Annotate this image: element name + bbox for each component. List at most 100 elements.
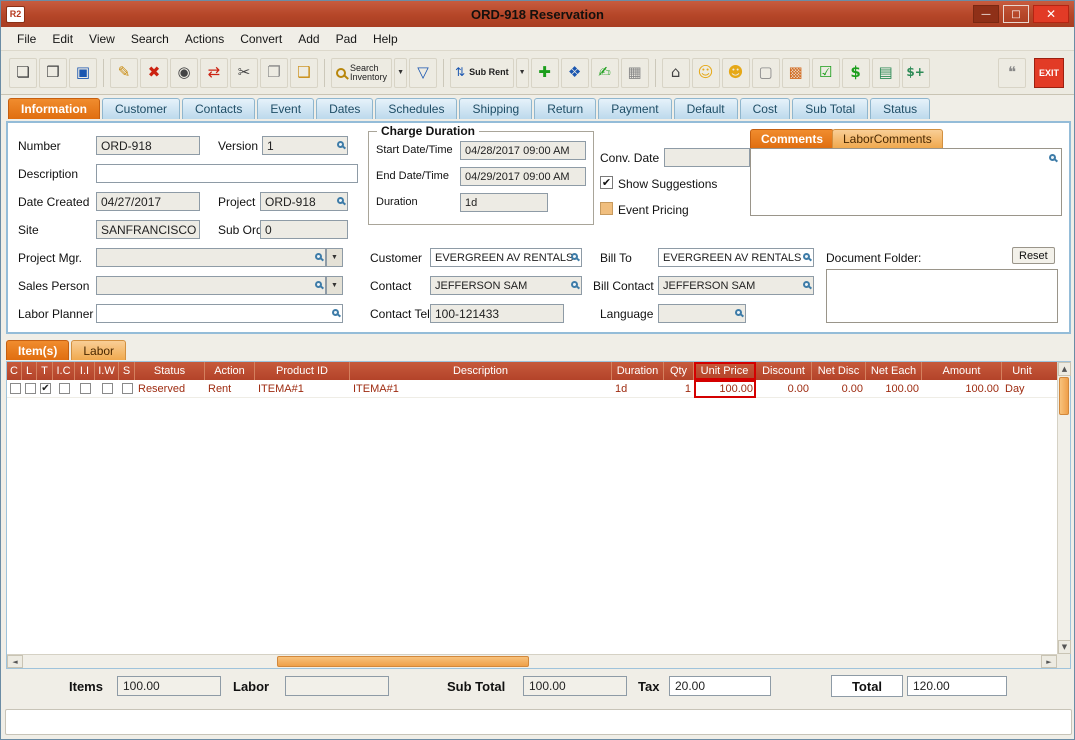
verify-button[interactable]: ☑ [812, 58, 840, 88]
bill-to-search-icon[interactable] [803, 253, 810, 260]
menu-edit[interactable]: Edit [44, 30, 81, 48]
row-checkbox-ic[interactable] [59, 383, 70, 394]
col-unit-price[interactable]: Unit Price [694, 362, 756, 380]
version-field[interactable]: 1 [262, 136, 348, 155]
horizontal-scrollbar[interactable]: ◄ ► [7, 654, 1057, 668]
col-ii[interactable]: I.I [75, 362, 95, 380]
customer-search-icon[interactable] [571, 253, 578, 260]
col-s[interactable]: S [119, 362, 135, 380]
tab-payment[interactable]: Payment [598, 98, 671, 119]
contact-tel-field[interactable]: 100-121433 [430, 304, 564, 323]
money-add-button[interactable]: $+ [902, 58, 930, 88]
repricing-button[interactable]: $ [842, 58, 870, 88]
title-bar[interactable]: ORD-918 Reservation R2 — □ ✕ [1, 1, 1074, 27]
col-net-disc[interactable]: Net Disc [812, 362, 866, 380]
col-amount[interactable]: Amount [922, 362, 1002, 380]
col-qty[interactable]: Qty [664, 362, 694, 380]
end-datetime-field[interactable]: 04/29/2017 09:00 AM [460, 167, 586, 186]
labor-planner-search-icon[interactable] [332, 309, 339, 316]
col-net-each[interactable]: Net Each [866, 362, 922, 380]
cut-button[interactable]: ✂ [230, 58, 258, 88]
print-button[interactable]: ❒ [39, 58, 67, 88]
project-search-icon[interactable] [337, 197, 344, 204]
event-pricing-checkbox[interactable] [600, 202, 613, 215]
col-action[interactable]: Action [205, 362, 255, 380]
new-document-button[interactable]: ❏ [9, 58, 37, 88]
find-button[interactable]: ◉ [170, 58, 198, 88]
tab-schedules[interactable]: Schedules [375, 98, 457, 119]
tab-items[interactable]: Item(s) [6, 340, 69, 360]
language-field[interactable] [658, 304, 746, 323]
sub-rent-dropdown[interactable]: ▼ [516, 58, 529, 88]
col-c[interactable]: C [7, 362, 22, 380]
conv-date-field[interactable] [664, 148, 750, 167]
col-description[interactable]: Description [350, 362, 612, 380]
tab-event[interactable]: Event [257, 98, 314, 119]
col-ic[interactable]: I.C [53, 362, 75, 380]
document-folder-box[interactable] [826, 269, 1058, 323]
bill-contact-search-icon[interactable] [803, 281, 810, 288]
delete-button[interactable]: ✖ [140, 58, 168, 88]
scroll-down-button[interactable]: ▼ [1058, 640, 1071, 654]
tab-default[interactable]: Default [674, 98, 738, 119]
kit-button[interactable]: ❖ [561, 58, 589, 88]
tab-status[interactable]: Status [870, 98, 930, 119]
vertical-scroll-thumb[interactable] [1059, 377, 1069, 415]
menu-add[interactable]: Add [290, 30, 327, 48]
transfer-button[interactable]: ⇄ [200, 58, 228, 88]
scroll-up-button[interactable]: ▲ [1058, 362, 1071, 376]
description-field[interactable] [96, 164, 358, 183]
tab-labor[interactable]: Labor [71, 340, 126, 360]
minimize-button[interactable]: — [973, 5, 999, 23]
menu-actions[interactable]: Actions [177, 30, 232, 48]
sub-orders-field[interactable]: 0 [260, 220, 348, 239]
tab-sub-total[interactable]: Sub Total [792, 98, 868, 119]
row-checkbox-s[interactable] [122, 383, 133, 394]
reset-button[interactable]: Reset [1012, 247, 1055, 264]
col-t[interactable]: T [37, 362, 53, 380]
comments-bubble-button[interactable]: ❝ [998, 58, 1026, 88]
project-mgr-search-icon[interactable] [315, 253, 322, 260]
project-field[interactable]: ORD-918 [260, 192, 348, 211]
menu-help[interactable]: Help [365, 30, 406, 48]
comments-box[interactable] [750, 148, 1062, 216]
edit-button[interactable]: ✎ [110, 58, 138, 88]
horizontal-scroll-thumb[interactable] [277, 656, 529, 667]
save-button[interactable]: ▣ [69, 58, 97, 88]
row-checkbox-t[interactable]: ✔ [40, 383, 51, 394]
inventory-cubes-button[interactable]: ▩ [782, 58, 810, 88]
tab-shipping[interactable]: Shipping [459, 98, 532, 119]
close-button[interactable]: ✕ [1033, 5, 1069, 23]
col-unit[interactable]: Unit [1002, 362, 1042, 380]
customer-add-button[interactable]: ☻ [722, 58, 750, 88]
row-checkbox-iw[interactable] [102, 383, 113, 394]
tax-field[interactable]: 20.00 [669, 676, 771, 696]
tab-comments[interactable]: Comments [750, 129, 834, 148]
menu-convert[interactable]: Convert [232, 30, 290, 48]
show-suggestions-checkbox[interactable]: ✔ [600, 176, 613, 189]
customer-field[interactable]: EVERGREEN AV RENTALS [430, 248, 582, 267]
search-inventory-button[interactable]: Search Inventory [331, 58, 392, 88]
paste-button[interactable]: ❑ [290, 58, 318, 88]
col-product-id[interactable]: Product ID [255, 362, 350, 380]
project-mgr-dropdown[interactable]: ▼ [326, 248, 343, 267]
sales-person-search-icon[interactable] [315, 281, 322, 288]
row-checkbox-l[interactable] [25, 383, 36, 394]
duration-field[interactable]: 1d [460, 193, 548, 212]
scroll-right-button[interactable]: ► [1041, 655, 1057, 668]
pad-button[interactable]: ▦ [621, 58, 649, 88]
col-iw[interactable]: I.W [95, 362, 119, 380]
tab-contacts[interactable]: Contacts [182, 98, 255, 119]
sales-person-dropdown[interactable]: ▼ [326, 276, 343, 295]
scroll-left-button[interactable]: ◄ [7, 655, 23, 668]
tab-cost[interactable]: Cost [740, 98, 791, 119]
sales-person-field[interactable] [96, 276, 326, 295]
col-status[interactable]: Status [135, 362, 205, 380]
menu-file[interactable]: File [9, 30, 44, 48]
contact-field[interactable]: JEFFERSON SAM [430, 276, 582, 295]
language-search-icon[interactable] [735, 309, 742, 316]
tab-information[interactable]: Information [8, 98, 100, 119]
tab-customer[interactable]: Customer [102, 98, 180, 119]
customer-button[interactable]: ☺ [692, 58, 720, 88]
package-button[interactable]: ▢ [752, 58, 780, 88]
